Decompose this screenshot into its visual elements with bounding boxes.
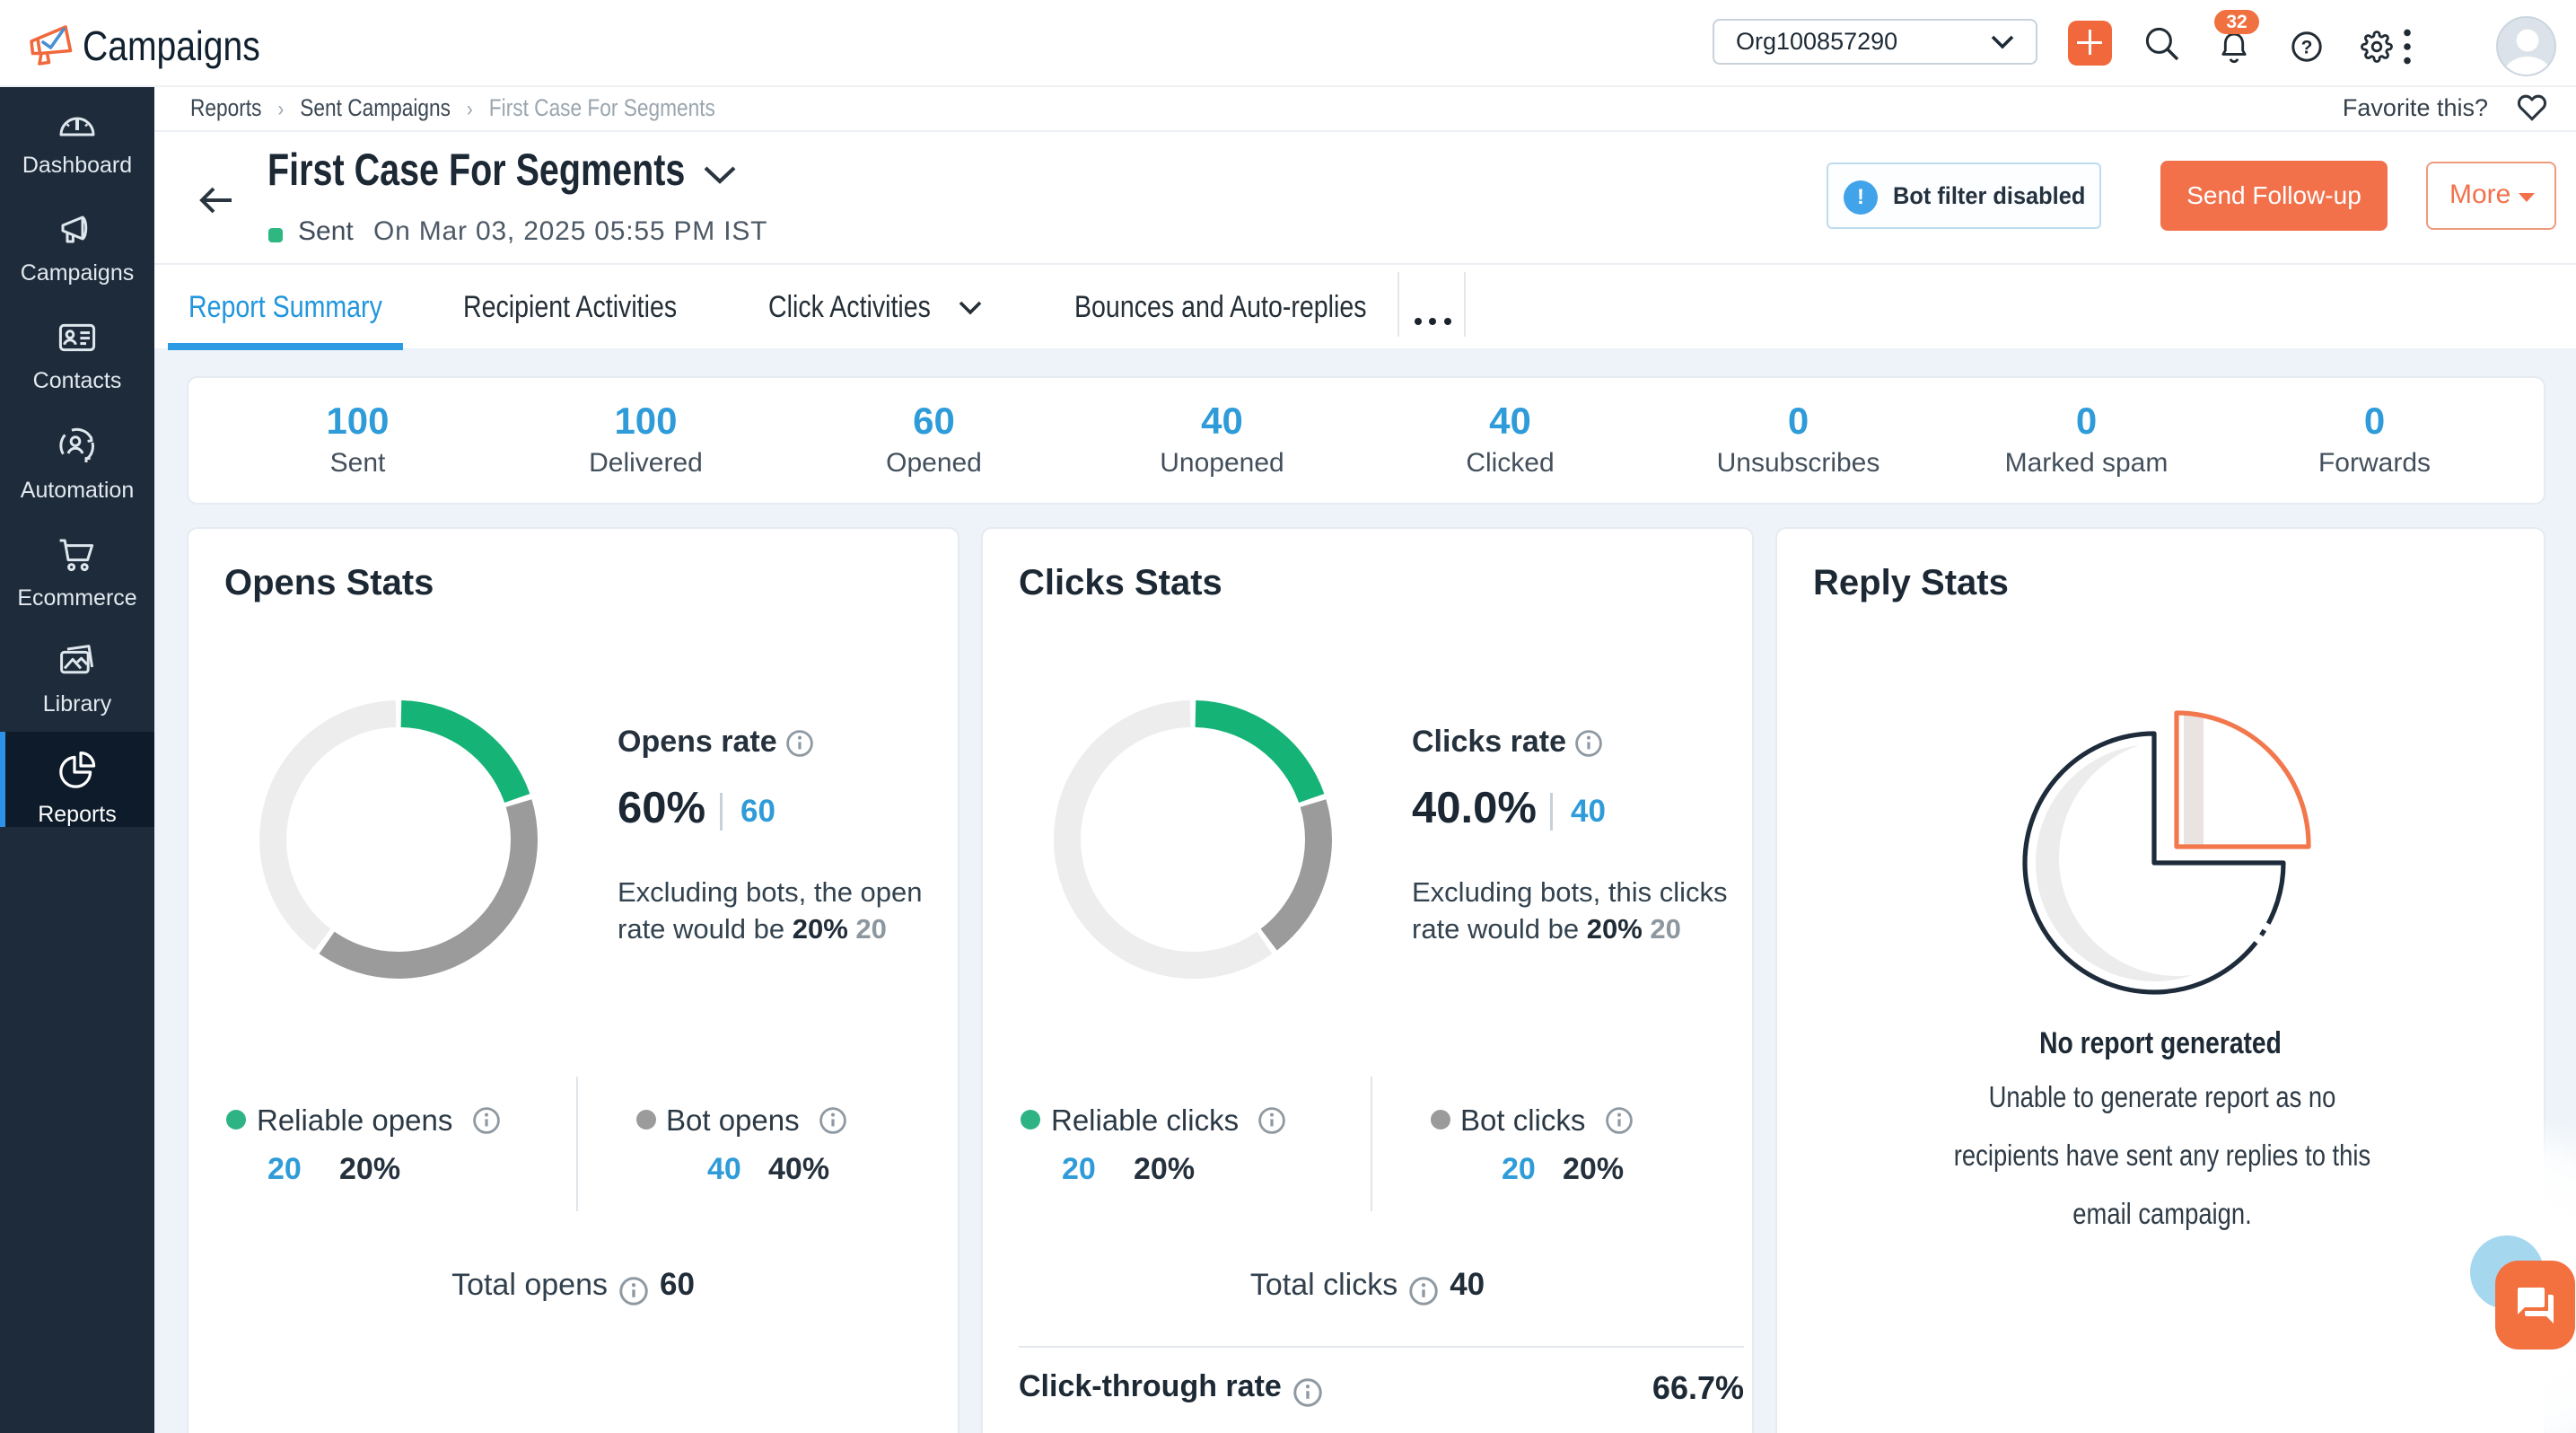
svg-text:?: ? — [2301, 37, 2313, 57]
